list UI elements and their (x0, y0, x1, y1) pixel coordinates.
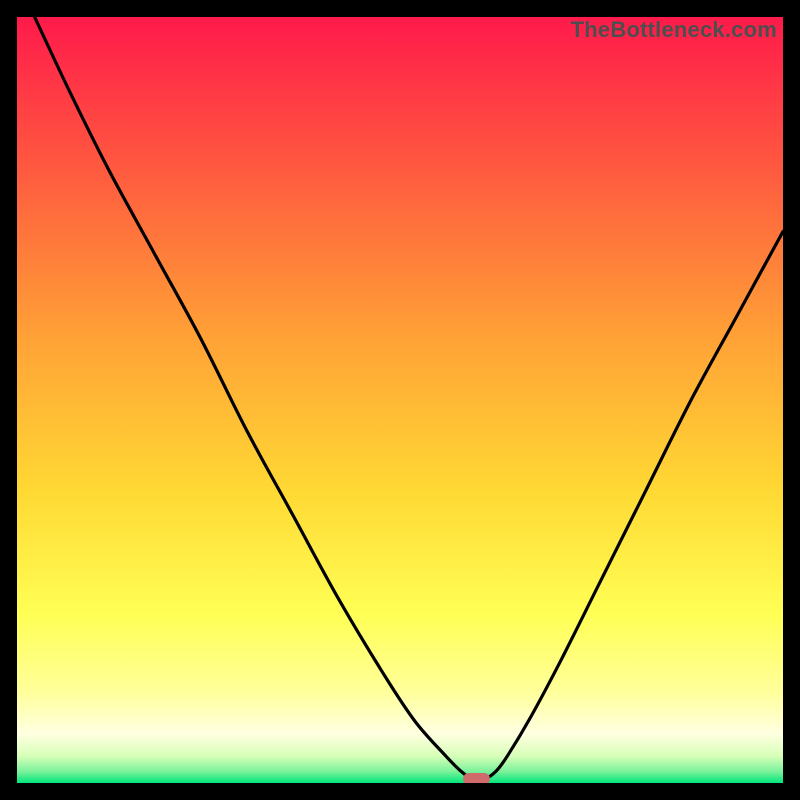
chart-svg (17, 17, 783, 783)
chart-frame: TheBottleneck.com (0, 0, 800, 800)
watermark-label: TheBottleneck.com (571, 17, 777, 43)
plot-area: TheBottleneck.com (17, 17, 783, 783)
optimal-marker (463, 773, 490, 783)
gradient-background (17, 17, 783, 783)
